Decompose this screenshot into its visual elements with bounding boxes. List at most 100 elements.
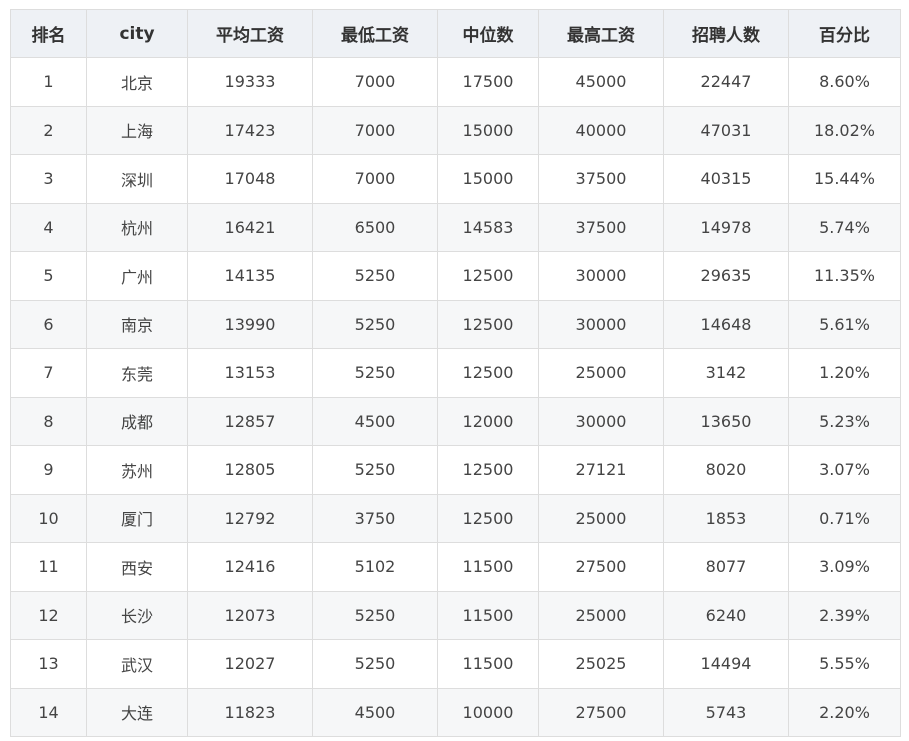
table-row[interactable]: 9 苏州 12805 5250 12500 27121 8020 3.07%	[10, 445, 901, 495]
city-cell: 深圳	[86, 154, 188, 204]
median-cell: 12500	[437, 299, 539, 349]
table-row[interactable]: 5 广州 14135 5250 12500 30000 29635 11.35%	[10, 251, 901, 301]
rank-cell: 14	[10, 687, 87, 737]
table-row[interactable]: 4 杭州 16421 6500 14583 37500 14978 5.74%	[10, 202, 901, 252]
median-cell: 15000	[437, 105, 539, 155]
table-row[interactable]: 12 长沙 12073 5250 11500 25000 6240 2.39%	[10, 590, 901, 640]
table-row[interactable]: 3 深圳 17048 7000 15000 37500 40315 15.44%	[10, 154, 901, 204]
min-salary-cell: 3750	[312, 493, 438, 543]
city-cell: 南京	[86, 299, 188, 349]
rank-cell: 9	[10, 445, 87, 495]
median-cell: 12500	[437, 348, 539, 398]
salary-table-container: 排名 city 平均工资 最低工资 中位数 最高工资 招聘人数 百分比 1 北京 1…	[10, 9, 901, 737]
rank-cell: 13	[10, 639, 87, 689]
avg-salary-cell: 11823	[187, 687, 313, 737]
min-salary-cell: 5250	[312, 590, 438, 640]
percentage-cell: 15.44%	[788, 154, 901, 204]
max-salary-cell: 30000	[538, 299, 664, 349]
table-row[interactable]: 10 厦门 12792 3750 12500 25000 1853 0.71%	[10, 493, 901, 543]
city-cell: 广州	[86, 251, 188, 301]
header-rank[interactable]: 排名	[10, 9, 87, 58]
header-median[interactable]: 中位数	[437, 9, 539, 58]
avg-salary-cell: 17048	[187, 154, 313, 204]
median-cell: 12500	[437, 251, 539, 301]
max-salary-cell: 30000	[538, 396, 664, 446]
percentage-cell: 11.35%	[788, 251, 901, 301]
max-salary-cell: 37500	[538, 202, 664, 252]
salary-table: 排名 city 平均工资 最低工资 中位数 最高工资 招聘人数 百分比 1 北京 1…	[10, 9, 901, 737]
percentage-cell: 5.23%	[788, 396, 901, 446]
min-salary-cell: 5102	[312, 542, 438, 592]
city-cell: 西安	[86, 542, 188, 592]
header-job-count[interactable]: 招聘人数	[663, 9, 789, 58]
job-count-cell: 29635	[663, 251, 789, 301]
job-count-cell: 14978	[663, 202, 789, 252]
median-cell: 15000	[437, 154, 539, 204]
percentage-cell: 8.60%	[788, 57, 901, 107]
table-row[interactable]: 13 武汉 12027 5250 11500 25025 14494 5.55%	[10, 639, 901, 689]
min-salary-cell: 7000	[312, 105, 438, 155]
table-row[interactable]: 6 南京 13990 5250 12500 30000 14648 5.61%	[10, 299, 901, 349]
job-count-cell: 14648	[663, 299, 789, 349]
rank-cell: 1	[10, 57, 87, 107]
city-cell: 厦门	[86, 493, 188, 543]
city-cell: 大连	[86, 687, 188, 737]
percentage-cell: 5.61%	[788, 299, 901, 349]
percentage-cell: 2.39%	[788, 590, 901, 640]
percentage-cell: 2.20%	[788, 687, 901, 737]
header-city[interactable]: city	[86, 9, 188, 58]
min-salary-cell: 7000	[312, 154, 438, 204]
city-cell: 东莞	[86, 348, 188, 398]
job-count-cell: 5743	[663, 687, 789, 737]
table-row[interactable]: 1 北京 19333 7000 17500 45000 22447 8.60%	[10, 57, 901, 107]
table-row[interactable]: 2 上海 17423 7000 15000 40000 47031 18.02%	[10, 105, 901, 155]
rank-cell: 5	[10, 251, 87, 301]
rank-cell: 4	[10, 202, 87, 252]
percentage-cell: 3.07%	[788, 445, 901, 495]
header-min-salary[interactable]: 最低工资	[312, 9, 438, 58]
table-row[interactable]: 8 成都 12857 4500 12000 30000 13650 5.23%	[10, 396, 901, 446]
max-salary-cell: 40000	[538, 105, 664, 155]
percentage-cell: 1.20%	[788, 348, 901, 398]
median-cell: 10000	[437, 687, 539, 737]
max-salary-cell: 45000	[538, 57, 664, 107]
min-salary-cell: 5250	[312, 639, 438, 689]
city-cell: 北京	[86, 57, 188, 107]
city-cell: 武汉	[86, 639, 188, 689]
job-count-cell: 3142	[663, 348, 789, 398]
avg-salary-cell: 16421	[187, 202, 313, 252]
city-cell: 成都	[86, 396, 188, 446]
median-cell: 12500	[437, 445, 539, 495]
max-salary-cell: 25025	[538, 639, 664, 689]
job-count-cell: 47031	[663, 105, 789, 155]
rank-cell: 7	[10, 348, 87, 398]
min-salary-cell: 7000	[312, 57, 438, 107]
job-count-cell: 22447	[663, 57, 789, 107]
percentage-cell: 18.02%	[788, 105, 901, 155]
avg-salary-cell: 17423	[187, 105, 313, 155]
median-cell: 11500	[437, 590, 539, 640]
max-salary-cell: 27121	[538, 445, 664, 495]
min-salary-cell: 5250	[312, 299, 438, 349]
table-row[interactable]: 7 东莞 13153 5250 12500 25000 3142 1.20%	[10, 348, 901, 398]
job-count-cell: 6240	[663, 590, 789, 640]
percentage-cell: 0.71%	[788, 493, 901, 543]
max-salary-cell: 27500	[538, 687, 664, 737]
header-percentage[interactable]: 百分比	[788, 9, 901, 58]
percentage-cell: 5.55%	[788, 639, 901, 689]
rank-cell: 8	[10, 396, 87, 446]
rank-cell: 6	[10, 299, 87, 349]
avg-salary-cell: 12073	[187, 590, 313, 640]
min-salary-cell: 5250	[312, 348, 438, 398]
table-row[interactable]: 11 西安 12416 5102 11500 27500 8077 3.09%	[10, 542, 901, 592]
header-max-salary[interactable]: 最高工资	[538, 9, 664, 58]
rank-cell: 12	[10, 590, 87, 640]
header-avg-salary[interactable]: 平均工资	[187, 9, 313, 58]
max-salary-cell: 37500	[538, 154, 664, 204]
avg-salary-cell: 14135	[187, 251, 313, 301]
min-salary-cell: 6500	[312, 202, 438, 252]
min-salary-cell: 4500	[312, 396, 438, 446]
table-row[interactable]: 14 大连 11823 4500 10000 27500 5743 2.20%	[10, 687, 901, 737]
max-salary-cell: 27500	[538, 542, 664, 592]
rank-cell: 2	[10, 105, 87, 155]
